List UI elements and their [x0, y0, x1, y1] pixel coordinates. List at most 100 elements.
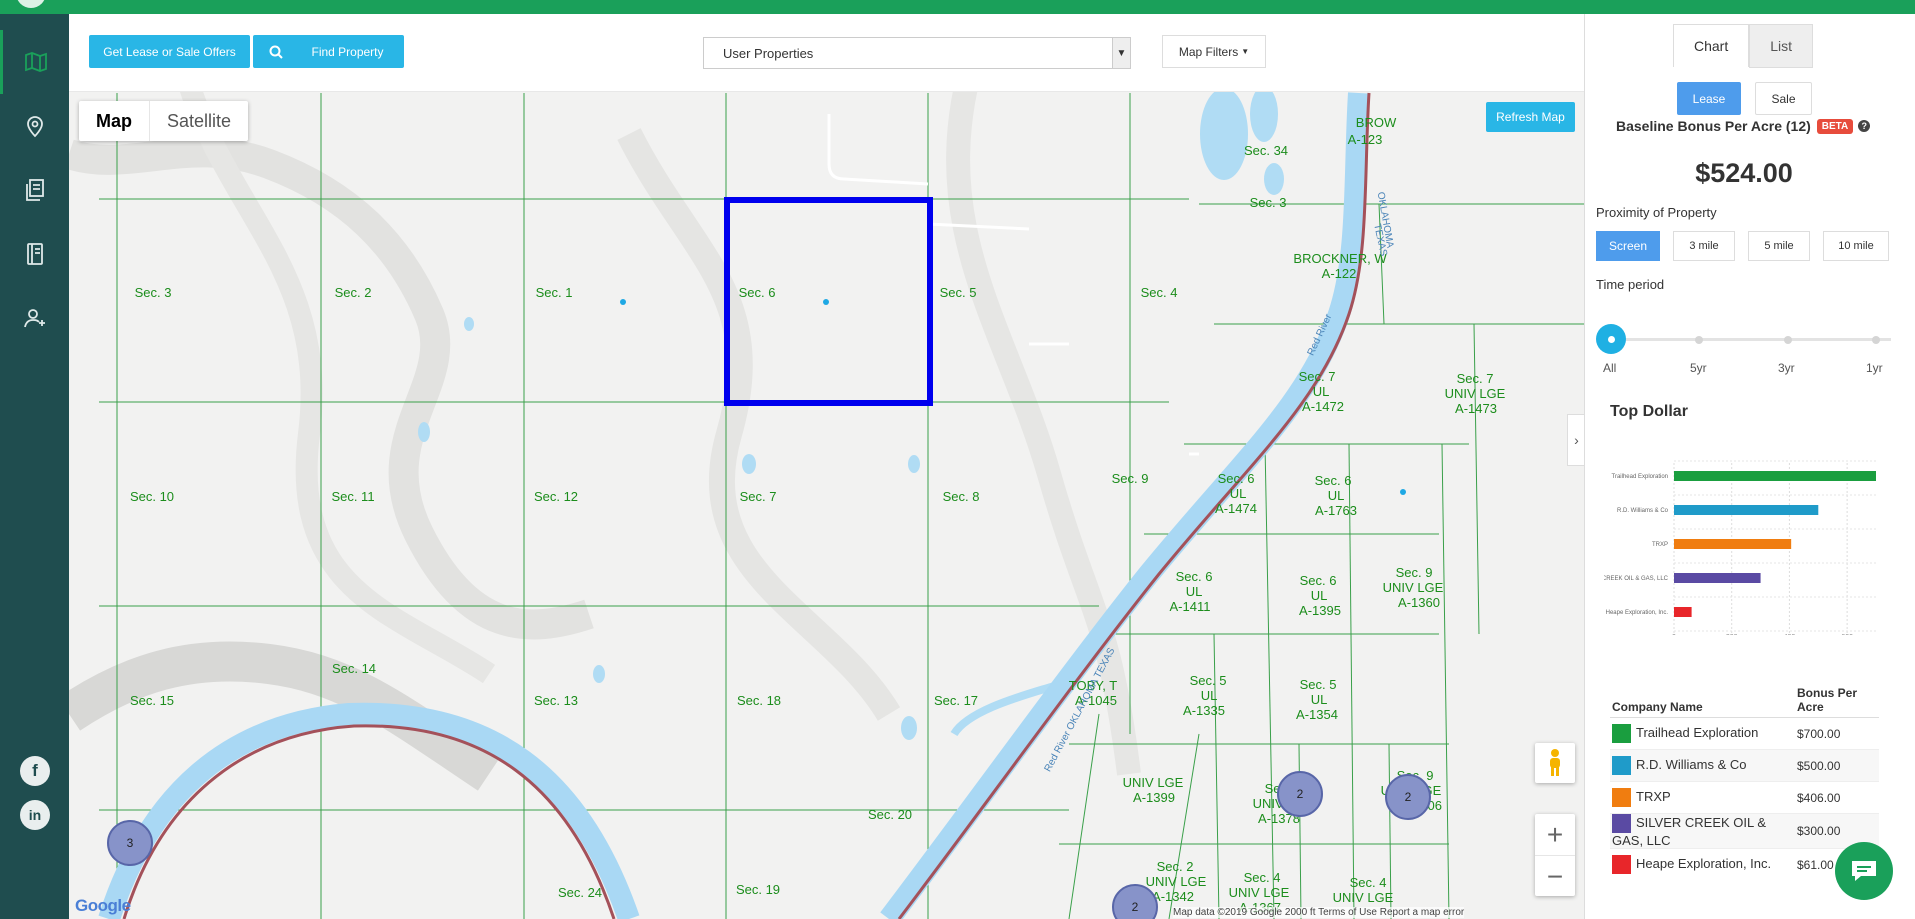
section-label: Sec. 7 — [1298, 369, 1336, 384]
proximity-3mile-button[interactable]: 3 mile — [1673, 231, 1735, 261]
mode-sale-button[interactable]: Sale — [1755, 82, 1812, 115]
map-filters-dropdown[interactable]: Map Filters ▼ — [1162, 35, 1266, 68]
facebook-icon: f — [32, 761, 38, 780]
map-icon — [25, 52, 47, 72]
section-label: Sec. 6 — [1175, 569, 1213, 584]
chart-bar[interactable] — [1674, 539, 1792, 549]
color-swatch — [1612, 756, 1631, 775]
company-cell: TRXP — [1610, 781, 1795, 814]
chart-category-label: R.D. Williams & Co — [1617, 508, 1669, 514]
get-offers-button[interactable]: Get Lease or Sale Offers — [89, 35, 250, 68]
chart-bar[interactable] — [1674, 505, 1819, 515]
chat-button[interactable] — [1835, 842, 1893, 900]
section-label: Sec. 4 — [1243, 870, 1281, 885]
section-label: Sec. 5 — [939, 285, 977, 300]
baseline-title: Baseline Bonus Per Acre (12) — [1616, 118, 1811, 134]
slider-handle[interactable] — [1596, 324, 1626, 354]
proximity-10mile-button[interactable]: 10 mile — [1823, 231, 1889, 261]
proximity-label: Proximity of Property — [1596, 205, 1717, 220]
slider-tick[interactable] — [1872, 336, 1880, 344]
zoom-in-button[interactable]: + — [1535, 814, 1575, 855]
proximity-5mile-button[interactable]: 5 mile — [1748, 231, 1810, 261]
sidebar-nav: f in — [0, 14, 69, 919]
section-label: Sec. 5 — [1189, 673, 1227, 688]
table-row[interactable]: R.D. Williams & Co $500.00 — [1610, 749, 1879, 782]
section-label: Sec. 6 — [1299, 573, 1337, 588]
chart-bar[interactable] — [1674, 607, 1692, 617]
section-label: Sec. 12 — [533, 489, 579, 504]
chevron-right-icon: › — [1574, 432, 1579, 448]
layer-select[interactable]: User Properties ▼ — [703, 37, 1131, 69]
top-dollar-title: Top Dollar — [1610, 403, 1688, 420]
slider-tick[interactable] — [1695, 336, 1703, 344]
section-label: A-1354 — [1296, 707, 1338, 722]
mode-lease-button[interactable]: Lease — [1677, 82, 1741, 115]
section-label: UL — [1310, 692, 1328, 707]
company-cell: SILVER CREEK OIL & GAS, LLC — [1610, 813, 1795, 849]
cluster-marker[interactable]: 3 — [107, 820, 153, 866]
tab-list[interactable]: List — [1749, 24, 1814, 68]
map-type-map-button[interactable]: Map — [79, 101, 150, 141]
map-type-toggle: Map Satellite — [79, 101, 249, 141]
time-period-slider[interactable] — [1611, 338, 1891, 341]
chart-bar[interactable] — [1674, 573, 1761, 583]
section-label: A-1399 — [1133, 790, 1175, 805]
time-3yr-label: 3yr — [1778, 361, 1795, 375]
section-label: UL — [1310, 588, 1328, 603]
map-base — [69, 14, 1584, 919]
proximity-screen-button[interactable]: Screen — [1596, 231, 1660, 261]
linkedin-link[interactable]: in — [20, 800, 50, 830]
section-label: UNIV LGE — [1444, 386, 1506, 401]
tab-chart[interactable]: Chart — [1673, 24, 1750, 67]
street-view-pegman[interactable] — [1535, 743, 1575, 783]
table-row[interactable]: SILVER CREEK OIL & GAS, LLC $300.00 — [1610, 813, 1879, 849]
find-property-button[interactable]: Find Property — [253, 35, 404, 68]
slider-tick[interactable] — [1784, 336, 1792, 344]
section-label: Sec. 8 — [942, 489, 980, 504]
chart-tick-label: 0 — [1672, 634, 1676, 635]
help-icon[interactable]: ? — [1858, 120, 1871, 132]
sidebar-item-locations[interactable] — [0, 94, 69, 158]
section-label: Sec. 2 — [334, 285, 372, 300]
section-label: UNIV LGE — [1145, 874, 1207, 889]
chart-category-label: TRXP — [1652, 542, 1668, 548]
section-label: UNIV LGE — [1122, 775, 1184, 790]
refresh-map-button[interactable]: Refresh Map — [1486, 102, 1575, 132]
section-label: BROW — [1355, 115, 1397, 130]
chart-bar[interactable] — [1674, 471, 1876, 481]
time-1yr-label: 1yr — [1866, 361, 1883, 375]
table-row[interactable]: TRXP $406.00 — [1610, 781, 1879, 814]
section-label: Sec. 15 — [129, 693, 175, 708]
facebook-link[interactable]: f — [20, 756, 50, 786]
sidebar-item-map[interactable] — [0, 30, 69, 94]
section-label: A-1411 — [1169, 599, 1211, 614]
pegman-icon — [1550, 749, 1560, 776]
cluster-marker[interactable]: 2 — [1277, 771, 1323, 817]
section-label: UL — [1200, 688, 1218, 703]
section-label: Sec. 10 — [129, 489, 175, 504]
section-label: Sec. 18 — [736, 693, 782, 708]
sidebar-item-notebook[interactable] — [0, 222, 69, 286]
layer-select-value: User Properties — [723, 45, 814, 61]
brand-logo[interactable] — [16, 0, 46, 8]
chart-tick-label: 600 — [1841, 634, 1853, 635]
section-label: Sec. 7 — [739, 489, 777, 504]
section-label: UNIV LGE — [1228, 885, 1290, 900]
section-label: A-1763 — [1315, 503, 1357, 518]
map-type-satellite-button[interactable]: Satellite — [150, 101, 248, 141]
section-label: A-1474 — [1215, 501, 1257, 516]
map-canvas[interactable]: Sec. 3 Sec. 2 Sec. 1 Sec. 6 Sec. 5 Sec. 4 Sec.… — [69, 14, 1584, 919]
map-attribution[interactable]: Map data ©2019 Google 2000 ft Terms of U… — [1173, 907, 1465, 918]
bonus-value: $500.00 — [1795, 749, 1879, 782]
chart-category-label: Heape Exploration, Inc. — [1606, 610, 1669, 616]
section-label: Sec. 4 — [1140, 285, 1178, 300]
section-label: Sec. 6 — [1217, 471, 1255, 486]
cluster-marker[interactable]: 2 — [1385, 774, 1431, 820]
sidebar-item-add-user[interactable] — [0, 286, 69, 350]
add-user-icon — [23, 309, 45, 328]
section-label: Sec. 9 — [1111, 471, 1149, 486]
sidebar-item-documents[interactable] — [0, 158, 69, 222]
zoom-out-button[interactable]: − — [1535, 855, 1575, 897]
company-cell: Trailhead Exploration — [1610, 717, 1795, 750]
table-row[interactable]: Trailhead Exploration $700.00 — [1610, 717, 1879, 750]
